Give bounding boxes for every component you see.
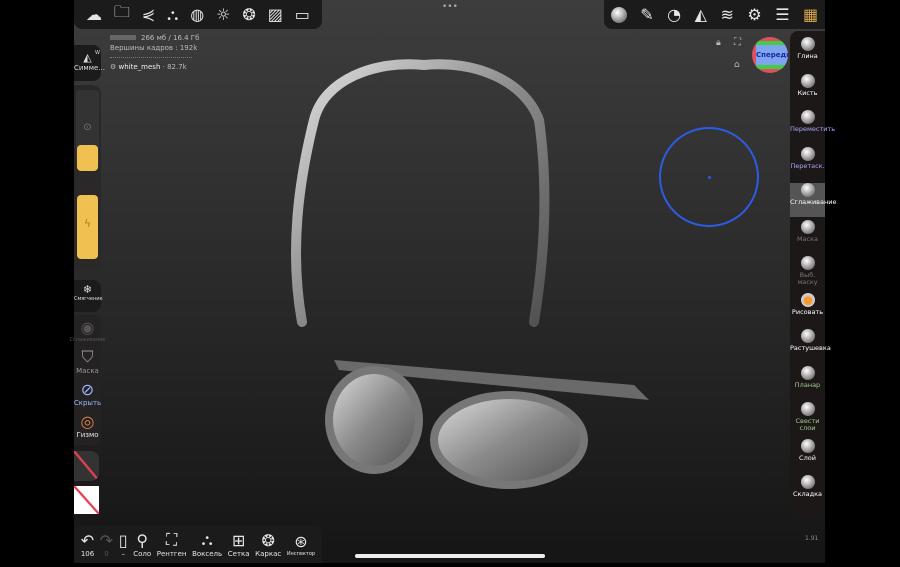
tool-label: Растушевка bbox=[790, 344, 831, 352]
tool-10[interactable]: Свести слои bbox=[790, 402, 825, 432]
scene-icon[interactable]: ⛬ bbox=[167, 5, 178, 25]
tool-label: Сглаживание bbox=[790, 198, 837, 206]
tool-sliders-panel: ⊙ ϟ bbox=[74, 85, 101, 270]
tool-label: Планар bbox=[794, 380, 821, 389]
tool-icon bbox=[800, 183, 815, 197]
tool-label: Переместить bbox=[790, 125, 836, 133]
smoothing-button[interactable]: ❄ Смягчение bbox=[74, 280, 103, 312]
home-icon[interactable]: ⌂ bbox=[734, 60, 740, 70]
fullscreen-icon[interactable]: ⛶ bbox=[734, 37, 741, 48]
wireframe-button[interactable]: ❂ Каркас bbox=[255, 531, 281, 558]
tool-icon bbox=[800, 37, 815, 51]
symmetry-button[interactable]: ◭ Симме... W bbox=[74, 45, 105, 81]
tool-label: Свести слои bbox=[795, 417, 820, 432]
memory-info: 266 мб / 16.4 Гб bbox=[110, 34, 199, 42]
settings-icon[interactable]: ⚙ bbox=[747, 5, 761, 24]
more-dots[interactable]: ••• bbox=[442, 2, 458, 12]
vertex-count: Вершины кадров : 192k bbox=[110, 44, 198, 52]
version-label: 1.91 bbox=[805, 535, 819, 542]
tool-11[interactable]: Слой bbox=[790, 438, 825, 462]
hide-button[interactable]: ⊘ Скрыть bbox=[74, 377, 101, 409]
layers-icon[interactable]: ≋ bbox=[720, 5, 733, 24]
tool-label: Маска bbox=[796, 234, 819, 243]
home-indicator bbox=[355, 554, 545, 558]
light-icon[interactable]: ☼ bbox=[216, 5, 230, 24]
pencil-icon[interactable]: ✎ bbox=[640, 5, 653, 24]
tool-icon bbox=[800, 438, 815, 453]
tool-icon bbox=[800, 110, 815, 124]
symmetry-icon[interactable]: ◭ bbox=[695, 5, 707, 24]
tool-5[interactable]: Маска bbox=[790, 219, 825, 243]
image-icon[interactable]: ▨ bbox=[268, 5, 283, 24]
mask-button[interactable]: ⛉ Маска bbox=[74, 345, 101, 377]
tool-label: Глина bbox=[797, 52, 818, 60]
tool-12[interactable]: Складка bbox=[790, 475, 825, 498]
undo-button[interactable]: ↶ 106 bbox=[81, 531, 94, 558]
tool-label: Рисовать bbox=[791, 307, 824, 316]
grid-button[interactable]: ⊞ Сетка bbox=[228, 531, 250, 558]
divider bbox=[110, 57, 192, 58]
voxel-button[interactable]: ⛬ Воксель bbox=[192, 530, 222, 558]
tool-label: Складка bbox=[792, 490, 822, 498]
tool-icon bbox=[800, 402, 815, 416]
view-gizmo[interactable]: Спереди bbox=[752, 37, 788, 73]
tool-label: Выб. маску bbox=[797, 271, 818, 286]
xray-button[interactable]: ⛶ Рентген bbox=[157, 530, 187, 558]
primary-color-swatch[interactable] bbox=[74, 486, 99, 514]
palette-icon[interactable]: ◔ bbox=[667, 5, 681, 24]
brush-cursor bbox=[659, 127, 759, 227]
intensity-slider[interactable]: ϟ bbox=[77, 195, 98, 259]
lock-icon[interactable]: 🔒︎ bbox=[716, 38, 721, 48]
tool-9[interactable]: Планар bbox=[790, 365, 825, 389]
mesh-item[interactable]: ⚙ white_mesh · 82.7k bbox=[110, 63, 187, 71]
tool-label: Кисть bbox=[797, 88, 818, 97]
top-left-toolbar: ☁ 🗀 ⋞ ⛬ ◍ ☼ ❂ ▨ ▭ bbox=[74, 0, 322, 29]
tool-7[interactable]: Рисовать bbox=[790, 292, 825, 316]
sculpt-logo-icon[interactable]: ☁ bbox=[86, 5, 102, 24]
redo-button[interactable]: ↷ 0 bbox=[100, 531, 113, 558]
top-right-toolbar: ✎ ◔ ◭ ≋ ⚙ ☰ ▦ bbox=[604, 0, 825, 29]
folder-icon[interactable]: 🗀 bbox=[114, 1, 130, 28]
plugin-icon[interactable]: ▦ bbox=[803, 5, 818, 24]
tool-icon bbox=[800, 475, 815, 489]
tool-3[interactable]: Перетаск. bbox=[790, 146, 825, 170]
tool-icon bbox=[800, 73, 815, 88]
material-icon[interactable]: ❂ bbox=[242, 5, 255, 24]
solo-button[interactable]: ⚲ Соло bbox=[133, 531, 151, 558]
tool-icon bbox=[800, 292, 815, 307]
left-actions: ◉ Сглаживание ⛉ Маска ⊘ Скрыть ◎ Гизмо bbox=[70, 315, 106, 445]
tool-0[interactable]: Глина bbox=[790, 37, 825, 60]
tool-label: Слой bbox=[799, 453, 816, 462]
tool-6[interactable]: Выб. маску bbox=[790, 256, 825, 286]
smooth-tool-button[interactable]: ◉ Сглаживание bbox=[70, 315, 106, 345]
radius-slider-fill[interactable] bbox=[77, 145, 98, 171]
sliders-icon[interactable]: ☰ bbox=[775, 5, 789, 24]
bottom-toolbar: ↶ 106 ↷ 0 ▯ – ⚲ Соло ⛶ Рентген ⛬ Воксель ⊞ Сетк… bbox=[74, 525, 322, 563]
video-icon[interactable]: ▭ bbox=[295, 5, 310, 24]
share-icon[interactable]: ⋞ bbox=[142, 5, 155, 24]
tool-icon bbox=[800, 256, 815, 270]
tool-8[interactable]: Растушевка bbox=[790, 329, 831, 352]
secondary-color-swatch[interactable] bbox=[74, 451, 99, 481]
viewport[interactable]: ••• bbox=[74, 0, 825, 563]
globe-icon[interactable]: ◍ bbox=[190, 5, 204, 24]
inspector-button[interactable]: ⊛ Инспектор bbox=[287, 532, 315, 557]
device-button[interactable]: ▯ – bbox=[119, 531, 128, 558]
brush-preview-icon[interactable] bbox=[610, 6, 627, 23]
tool-icon bbox=[800, 219, 815, 234]
tool-icon bbox=[800, 365, 815, 380]
tool-icon bbox=[800, 146, 815, 161]
tool-1[interactable]: Кисть bbox=[790, 73, 825, 97]
tool-icon bbox=[800, 329, 815, 343]
tool-2[interactable]: Переместить bbox=[790, 110, 836, 133]
sculpt-model bbox=[291, 59, 649, 489]
tool-4[interactable]: Сглаживание bbox=[790, 183, 837, 217]
gizmo-button[interactable]: ◎ Гизмо bbox=[74, 409, 101, 441]
tool-label: Перетаск. bbox=[790, 161, 825, 170]
